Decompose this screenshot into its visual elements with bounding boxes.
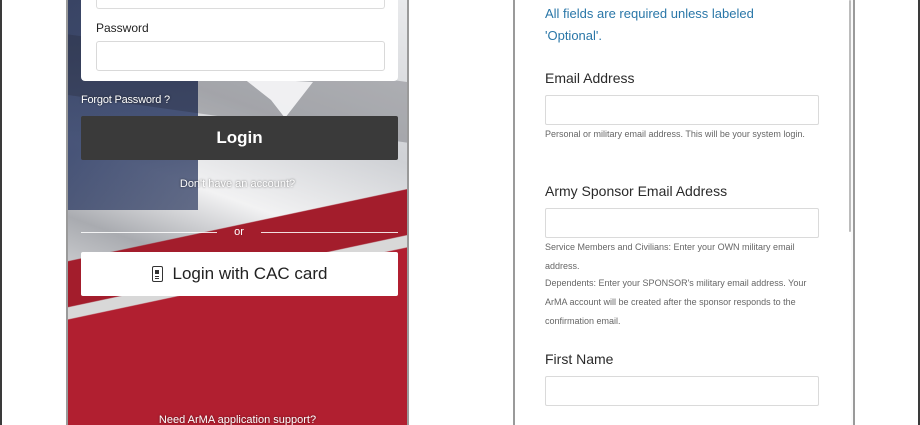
registration-form: All fields are required unless labeled '… bbox=[515, 0, 851, 425]
sponsor-help-text-members: Service Members and Civilians: Enter you… bbox=[545, 242, 795, 271]
first-name-field[interactable] bbox=[545, 376, 819, 406]
cac-login-label: Login with CAC card bbox=[172, 264, 328, 283]
forgot-password-link[interactable]: Forgot Password ? bbox=[81, 94, 170, 106]
email-label: Email Address bbox=[545, 70, 635, 86]
first-name-label: First Name bbox=[545, 351, 614, 367]
support-link[interactable]: Need ArMA application support? bbox=[68, 414, 407, 425]
window-frame-left bbox=[0, 0, 2, 425]
username-input[interactable] bbox=[96, 0, 385, 9]
form-scrollbar[interactable] bbox=[849, 0, 851, 232]
password-input[interactable] bbox=[96, 41, 385, 71]
divider-line-left bbox=[81, 232, 217, 233]
login-card: Password bbox=[81, 0, 398, 81]
or-divider-text: or bbox=[234, 226, 244, 238]
sponsor-email-field[interactable] bbox=[545, 208, 819, 238]
registration-panel: All fields are required unless labeled '… bbox=[513, 0, 855, 425]
password-label: Password bbox=[96, 21, 149, 35]
sponsor-help-text-dependents: Dependents: Enter your SPONSOR's militar… bbox=[545, 278, 807, 326]
email-field[interactable] bbox=[545, 95, 819, 125]
sponsor-email-label: Army Sponsor Email Address bbox=[545, 183, 728, 199]
login-button[interactable]: Login bbox=[81, 116, 398, 160]
divider-line-right bbox=[261, 232, 398, 233]
email-help-text: Personal or military email address. This… bbox=[545, 129, 805, 139]
create-account-link[interactable]: Don't have an account? bbox=[68, 178, 407, 190]
cac-login-button[interactable]: Login with CAC card bbox=[81, 252, 398, 296]
cac-card-icon bbox=[151, 266, 163, 282]
login-panel: Password Forgot Password ? Login Don't h… bbox=[66, 0, 409, 425]
required-fields-note: All fields are required unless labeled '… bbox=[545, 6, 754, 43]
